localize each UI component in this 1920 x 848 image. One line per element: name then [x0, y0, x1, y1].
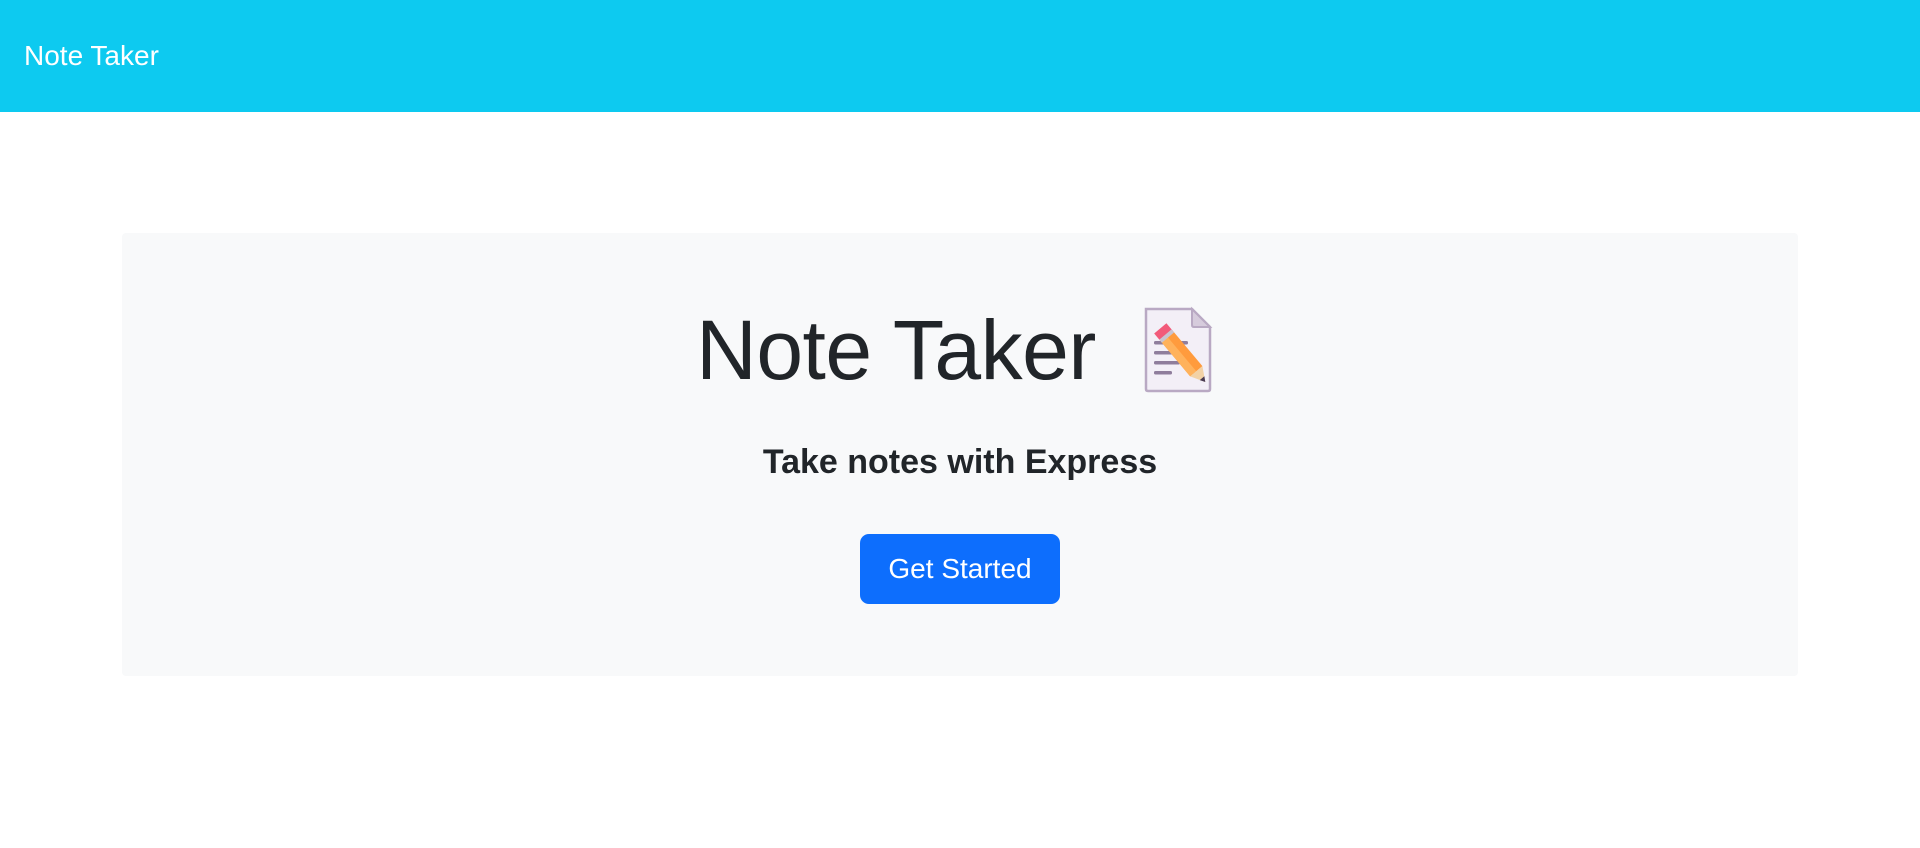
- get-started-button[interactable]: Get Started: [860, 534, 1060, 604]
- navbar-brand[interactable]: Note Taker: [24, 40, 159, 72]
- hero-subtitle: Take notes with Express: [762, 443, 1158, 481]
- navbar: Note Taker: [0, 0, 1920, 112]
- page-title: Note Taker: [696, 303, 1096, 397]
- memo-icon: [1144, 306, 1213, 393]
- hero-title-row: Note Taker: [122, 305, 1798, 395]
- hero-jumbotron: Note Taker Take notes with Express Get S…: [122, 233, 1798, 676]
